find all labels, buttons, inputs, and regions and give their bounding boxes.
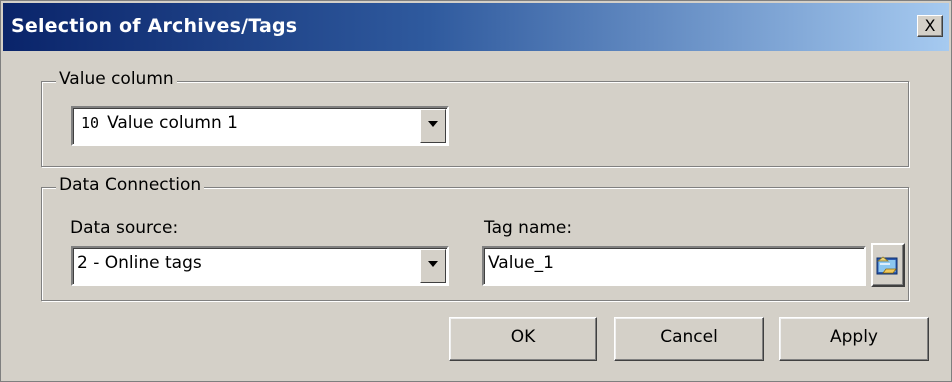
apply-button[interactable]: Apply [779,317,929,361]
value-column-group: Value column 10 Value column 1 [41,69,909,167]
chevron-down-icon[interactable] [420,109,446,143]
folder-browse-icon [876,256,898,275]
value-column-badge: 10 [81,114,100,132]
tag-name-label: Tag name: [484,218,573,238]
title-bar[interactable]: Selection of Archives/Tags X [3,3,949,51]
value-column-select[interactable]: 10 Value column 1 [71,106,449,146]
chevron-down-icon[interactable] [420,249,446,283]
cancel-button[interactable]: Cancel [614,317,764,361]
value-column-selected-label: Value column 1 [107,113,238,133]
value-column-legend: Value column [56,69,177,89]
data-source-selected: 2 - Online tags [77,253,202,273]
ok-button[interactable]: OK [449,317,597,361]
value-column-selected: 10 Value column 1 [81,113,238,133]
dialog-window: Selection of Archives/Tags X Value colum… [0,0,952,382]
data-source-label: Data source: [70,218,179,238]
tag-name-input[interactable]: Value_1 [482,246,866,286]
browse-tags-button[interactable] [871,243,905,287]
tag-name-value: Value_1 [488,253,554,273]
close-button[interactable]: X [917,15,943,37]
data-connection-legend: Data Connection [56,175,205,195]
close-icon: X [924,16,936,35]
dialog-title: Selection of Archives/Tags [11,15,298,37]
data-source-select[interactable]: 2 - Online tags [71,246,449,286]
data-connection-group: Data Connection Data source: 2 - Online … [41,175,909,301]
